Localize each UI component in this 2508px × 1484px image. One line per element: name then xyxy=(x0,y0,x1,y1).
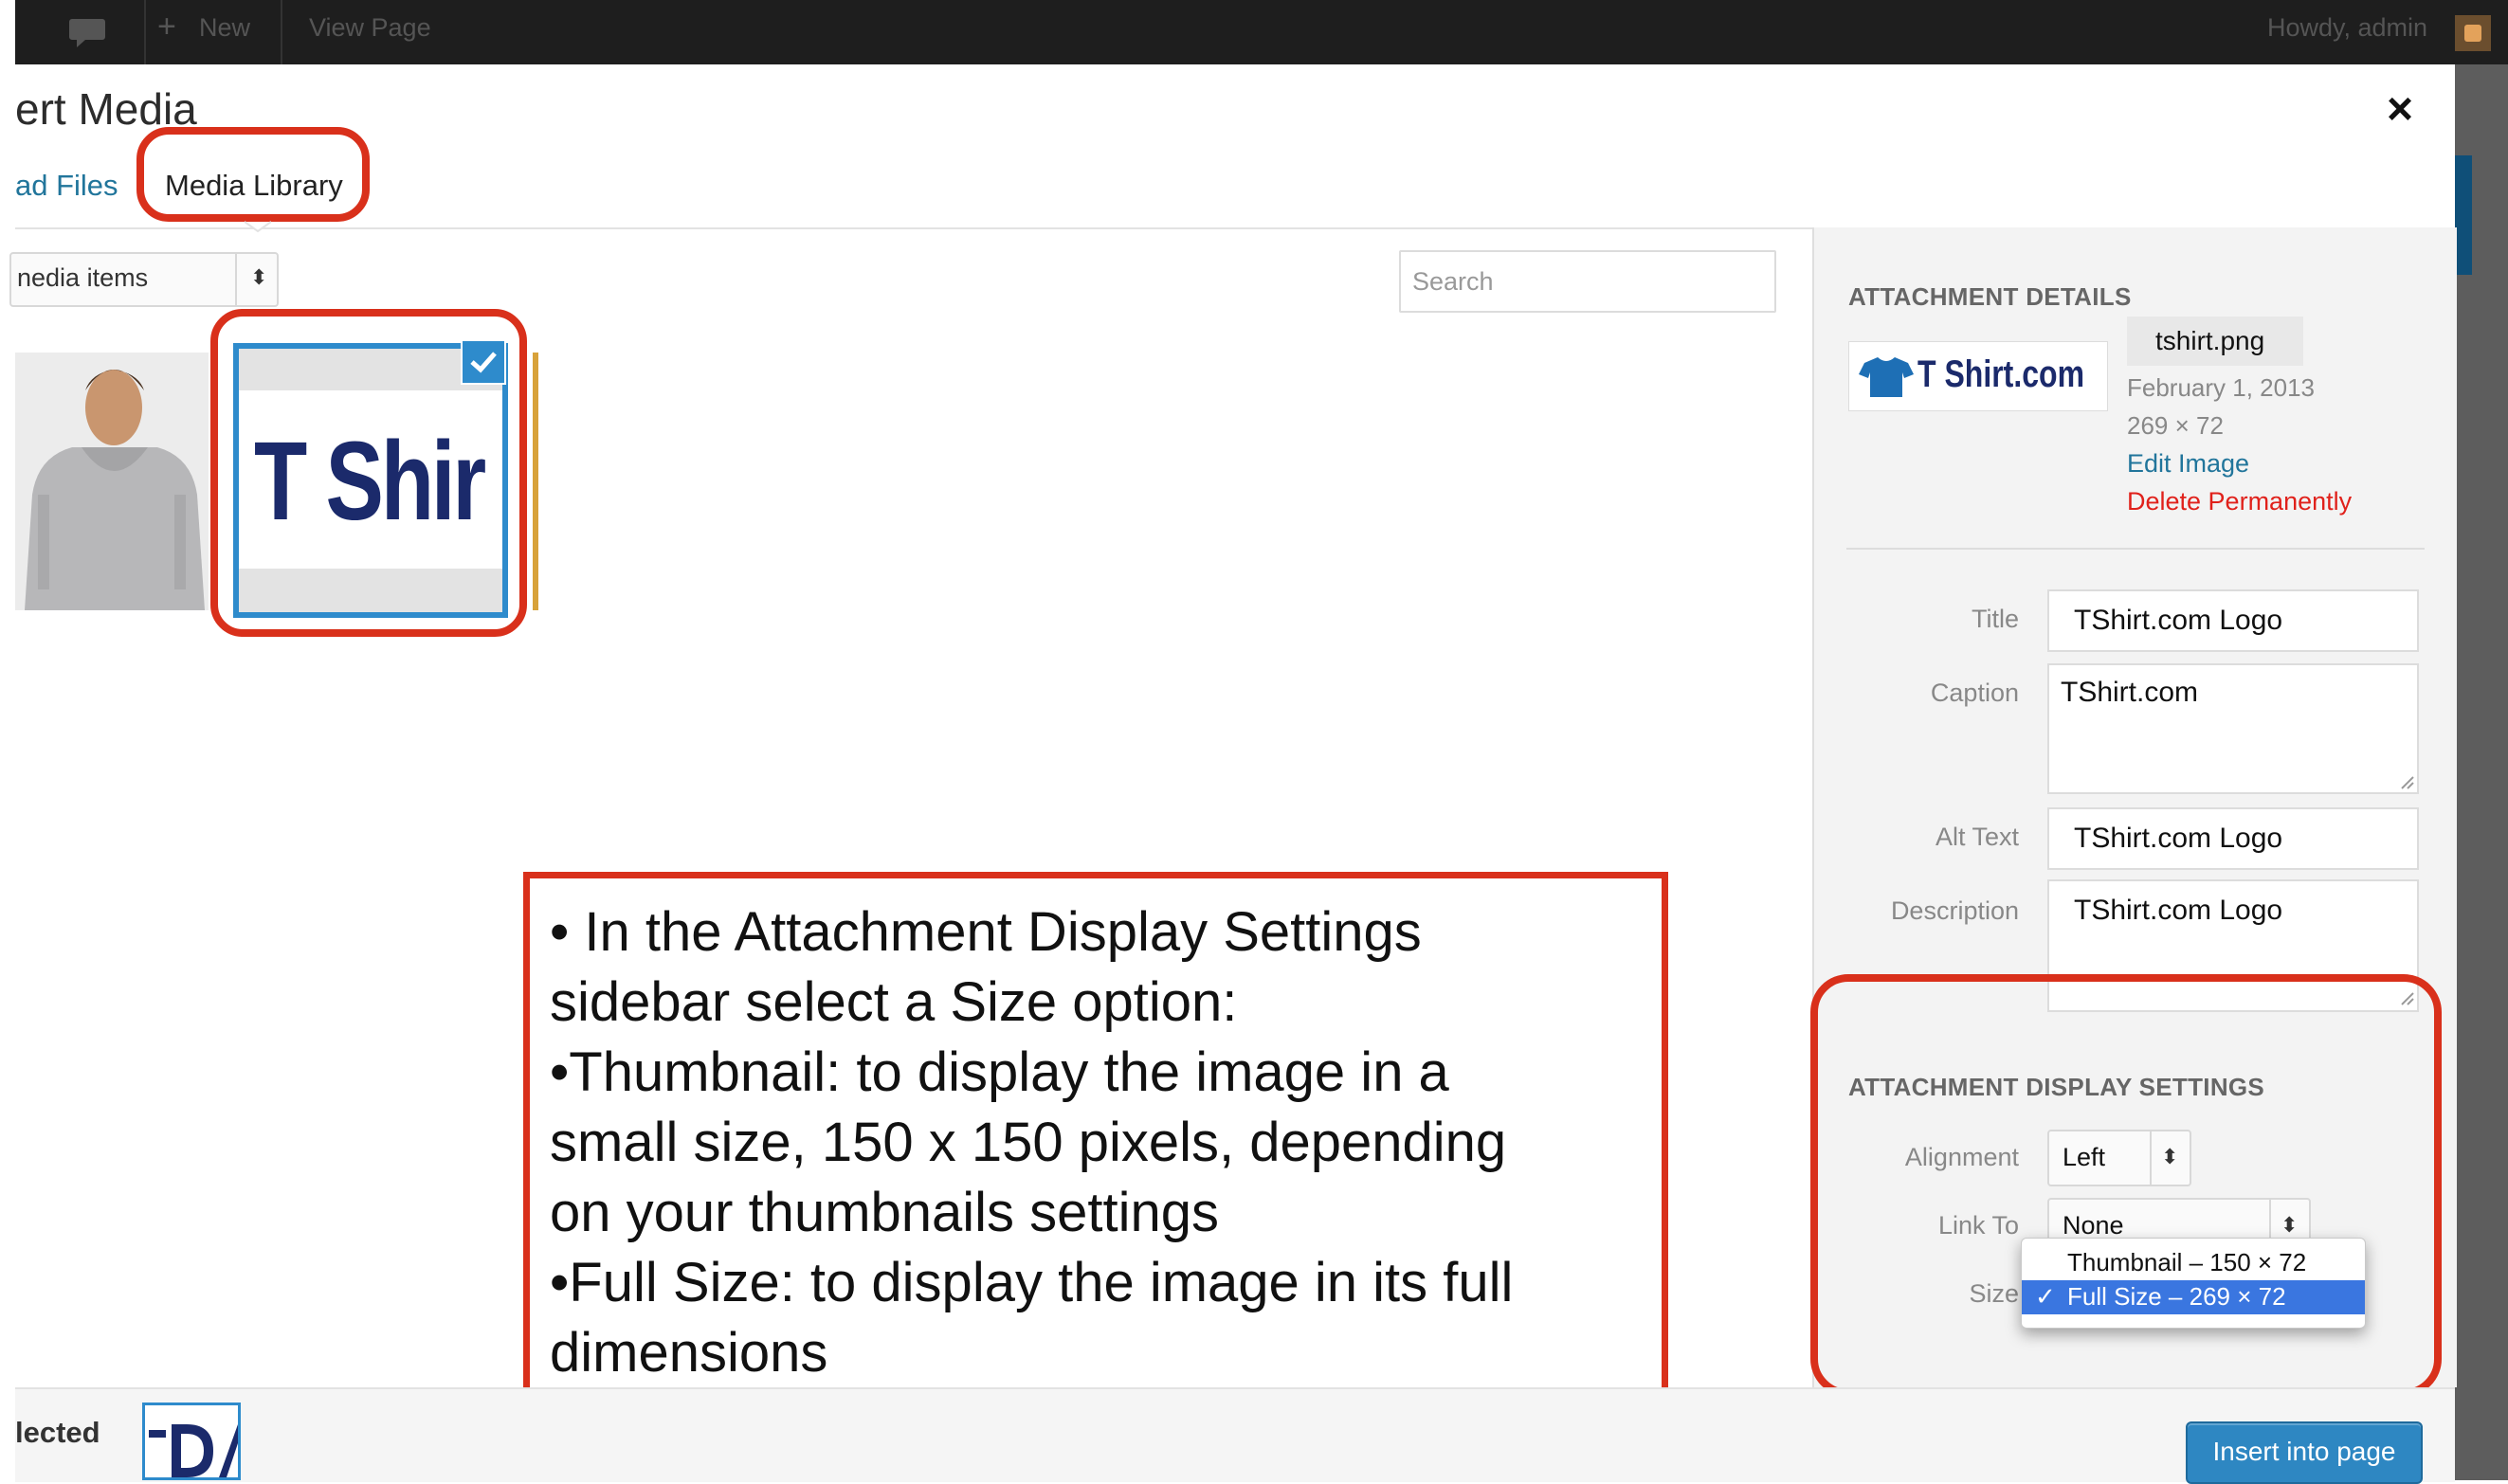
admin-bar: + New View Page Howdy, admin xyxy=(15,0,2508,64)
alt-text-field[interactable]: TShirt.com Logo xyxy=(2047,807,2419,870)
close-icon[interactable]: × xyxy=(2387,83,2413,136)
title-label: Title xyxy=(1971,605,2019,633)
chevron-updown-icon: ⬍ xyxy=(250,265,268,289)
avatar[interactable] xyxy=(2455,15,2491,51)
select-divider xyxy=(235,254,237,305)
instructions-text: • In the Attachment Display Settings sid… xyxy=(550,897,1513,1388)
view-page-link[interactable]: View Page xyxy=(309,13,431,43)
caption-label: Caption xyxy=(1930,679,2019,707)
plus-icon: + xyxy=(157,9,176,45)
attachment-details-header: ATTACHMENT DETAILS xyxy=(1848,282,2132,311)
attachment-dimensions: 269 × 72 xyxy=(2127,411,2224,440)
divider xyxy=(281,0,282,64)
media-thumbnail-hoodie[interactable] xyxy=(15,353,209,610)
instruction-line: small size, 150 x 150 pixels, depending xyxy=(550,1112,1507,1173)
media-filter-value: nedia items xyxy=(17,263,149,292)
delete-permanently-link[interactable]: Delete Permanently xyxy=(2127,487,2352,516)
instruction-line: dimensions xyxy=(550,1322,828,1384)
divider xyxy=(144,0,146,64)
left-margin xyxy=(0,0,15,1480)
instruction-line: •Full Size: to display the image in its … xyxy=(550,1252,1514,1313)
insert-into-page-button[interactable]: Insert into page xyxy=(2186,1421,2423,1484)
annotation-highlight-tab xyxy=(136,127,370,222)
annotation-highlight-thumbnail xyxy=(210,309,527,637)
new-link[interactable]: New xyxy=(199,13,250,43)
search-input[interactable] xyxy=(1401,252,1774,311)
instruction-line: • In the Attachment Display Settings xyxy=(550,901,1422,963)
selected-attachment-thumb[interactable] xyxy=(142,1403,241,1480)
tab-pointer xyxy=(245,221,271,233)
tshirt-icon xyxy=(1859,357,1914,397)
backdrop-strip xyxy=(2455,64,2508,1480)
backdrop-tab xyxy=(2455,155,2472,275)
preview-logo-text: T Shirt.com xyxy=(1917,353,2085,395)
annotation-highlight-display-settings xyxy=(1810,974,2442,1397)
attachment-preview: T Shirt.com xyxy=(1848,341,2108,411)
attachment-date: February 1, 2013 xyxy=(2127,373,2316,402)
selection-count: lected xyxy=(15,1416,100,1449)
media-filter-select[interactable]: nedia items ⬍ xyxy=(9,252,279,307)
comment-icon[interactable] xyxy=(68,15,106,49)
sidebar-divider xyxy=(1846,548,2425,550)
avatar-glyph xyxy=(2464,25,2481,42)
media-thumbnail-partial[interactable] xyxy=(533,353,538,610)
selected-thumb-image xyxy=(149,1424,238,1477)
instruction-line: •Thumbnail: to display the image in a xyxy=(550,1041,1449,1103)
alt-text-label: Alt Text xyxy=(1935,823,2019,851)
modal-footer xyxy=(15,1387,2455,1482)
attachment-filename: tshirt.png xyxy=(2155,326,2265,355)
header-divider xyxy=(15,227,1812,229)
resize-handle-icon[interactable] xyxy=(2400,775,2415,790)
howdy-greeting[interactable]: Howdy, admin xyxy=(2267,13,2427,43)
search-field[interactable] xyxy=(1399,250,1776,313)
tab-upload-files[interactable]: ad Files xyxy=(15,169,118,203)
hoodie-image xyxy=(15,353,209,610)
title-field[interactable]: TShirt.com Logo xyxy=(2047,589,2419,652)
instruction-line: sidebar select a Size option: xyxy=(550,971,1238,1033)
description-label: Description xyxy=(1890,896,2019,925)
instruction-line: on your thumbnails settings xyxy=(550,1182,1220,1243)
caption-field[interactable]: TShirt.com xyxy=(2047,663,2419,794)
edit-image-link[interactable]: Edit Image xyxy=(2127,449,2249,479)
